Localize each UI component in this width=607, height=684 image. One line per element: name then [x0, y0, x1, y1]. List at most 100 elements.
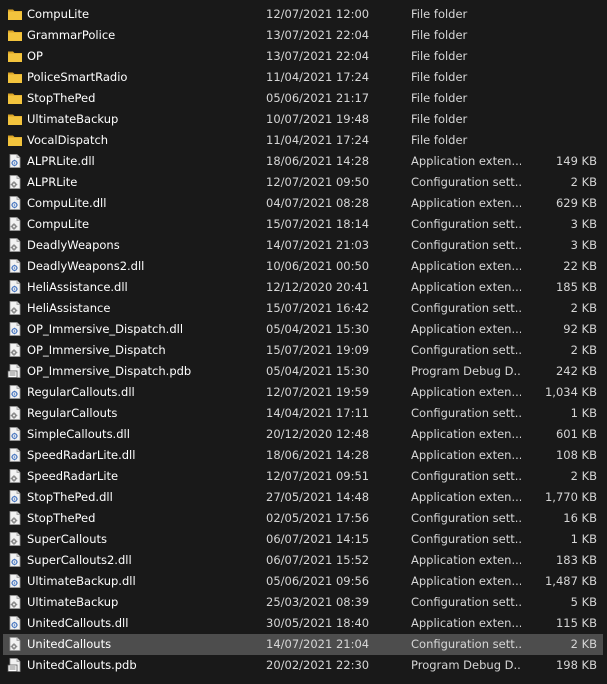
file-row[interactable]: OP 13/07/2021 22:04 File folder: [3, 46, 603, 67]
file-size: 198 KB: [555, 658, 597, 672]
file-row[interactable]: SpeedRadarLite.dll 18/06/2021 14:28 Applic…: [3, 445, 603, 466]
file-row[interactable]: UnitedCallouts.pdb 20/02/2021 22:30 Progra…: [3, 655, 603, 676]
file-name: OP_Immersive_Dispatch.dll: [27, 322, 184, 336]
file-row[interactable]: SuperCallouts2.dll 06/07/2021 15:52 Applic…: [3, 550, 603, 571]
file-type: Application exten...: [411, 616, 521, 630]
file-name: SpeedRadarLite.dll: [27, 448, 136, 462]
file-name: ALPRLite: [27, 175, 78, 189]
file-date-modified: 14/07/2021 21:04: [266, 637, 370, 651]
file-type: Application exten...: [411, 553, 521, 567]
file-row[interactable]: CompuLite.dll 04/07/2021 08:28 Application…: [3, 193, 603, 214]
file-row[interactable]: UltimateBackup 10/07/2021 19:48 File folde…: [3, 109, 603, 130]
file-type: Program Debug D...: [411, 658, 521, 672]
file-date-modified: 10/06/2021 00:50: [266, 259, 370, 273]
file-row[interactable]: CompuLite 15/07/2021 18:14 Configuration s…: [3, 214, 603, 235]
file-type: Application exten...: [411, 259, 521, 273]
file-name: CompuLite: [27, 7, 90, 21]
file-row[interactable]: SimpleCallouts.dll 20/12/2020 12:48 Applic…: [3, 424, 603, 445]
file-type: Configuration sett...: [411, 175, 521, 189]
file-size: 3 KB: [570, 217, 597, 231]
file-row[interactable]: UnitedCallouts 14/07/2021 21:04 Configurat…: [3, 634, 603, 655]
file-name: CompuLite: [27, 217, 90, 231]
file-row[interactable]: DeadlyWeapons2.dll 10/06/2021 00:50 Applic…: [3, 256, 603, 277]
file-size: 183 KB: [555, 553, 597, 567]
config-file-icon: [7, 468, 23, 484]
file-type: Application exten...: [411, 490, 521, 504]
file-size: 92 KB: [563, 322, 597, 336]
file-date-modified: 12/07/2021 12:00: [266, 7, 370, 21]
file-row[interactable]: UltimateBackup 25/03/2021 08:39 Configurat…: [3, 592, 603, 613]
file-size: 5 KB: [570, 595, 597, 609]
file-size: 2 KB: [570, 637, 597, 651]
file-date-modified: 12/12/2020 20:41: [266, 280, 370, 294]
file-row[interactable]: RegularCallouts.dll 12/07/2021 19:59 Appli…: [3, 382, 603, 403]
file-type: Configuration sett...: [411, 343, 521, 357]
file-size: [523, 25, 597, 46]
file-name: DeadlyWeapons: [27, 238, 120, 252]
file-type: Application exten...: [411, 196, 521, 210]
file-name: StopThePed.dll: [27, 490, 113, 504]
file-row[interactable]: HeliAssistance.dll 12/12/2020 20:41 Applic…: [3, 277, 603, 298]
file-name: OP_Immersive_Dispatch: [27, 343, 166, 357]
file-row[interactable]: RegularCallouts 14/04/2021 17:11 Configura…: [3, 403, 603, 424]
dll-file-icon: [7, 321, 23, 337]
file-size: 2 KB: [570, 175, 597, 189]
file-type: Configuration sett...: [411, 511, 521, 525]
file-name: HeliAssistance: [27, 301, 111, 315]
config-file-icon: [7, 174, 23, 190]
file-row[interactable]: ALPRLite.dll 18/06/2021 14:28 Application …: [3, 151, 603, 172]
file-type: Application exten...: [411, 322, 521, 336]
file-type: File folder: [411, 70, 468, 84]
dll-file-icon: [7, 447, 23, 463]
file-name: UnitedCallouts.pdb: [27, 658, 137, 672]
file-row[interactable]: SuperCallouts 06/07/2021 14:15 Configurati…: [3, 529, 603, 550]
file-row[interactable]: OP_Immersive_Dispatch.pdb 05/04/2021 15:3…: [3, 361, 603, 382]
file-row[interactable]: OP_Immersive_Dispatch 15/07/2021 19:09 Con…: [3, 340, 603, 361]
config-file-icon: [7, 531, 23, 547]
file-name: UnitedCallouts: [27, 637, 112, 651]
file-size: 108 KB: [555, 448, 597, 462]
file-row[interactable]: VocalDispatch 11/04/2021 17:24 File folder: [3, 130, 603, 151]
file-name: UltimateBackup: [27, 595, 119, 609]
file-row[interactable]: SpeedRadarLite 12/07/2021 09:51 Configurat…: [3, 466, 603, 487]
file-date-modified: 06/07/2021 15:52: [266, 553, 370, 567]
file-row[interactable]: StopThePed 02/05/2021 17:56 Configuration …: [3, 508, 603, 529]
dll-file-icon: [7, 153, 23, 169]
file-size: 629 KB: [555, 196, 597, 210]
file-size: 1 KB: [570, 532, 597, 546]
file-type: Configuration sett...: [411, 406, 521, 420]
file-name: PoliceSmartRadio: [27, 70, 128, 84]
file-date-modified: 13/07/2021 22:04: [266, 49, 370, 63]
file-type: Application exten...: [411, 280, 521, 294]
file-type: File folder: [411, 112, 468, 126]
file-row[interactable]: ALPRLite 12/07/2021 09:50 Configuration se…: [3, 172, 603, 193]
file-date-modified: 12/07/2021 09:50: [266, 175, 370, 189]
file-date-modified: 12/07/2021 19:59: [266, 385, 370, 399]
file-name: UltimateBackup: [27, 112, 119, 126]
file-row[interactable]: UltimateBackup.dll 05/06/2021 09:56 Applic…: [3, 571, 603, 592]
file-size: 2 KB: [570, 343, 597, 357]
file-type: Configuration sett...: [411, 469, 521, 483]
file-type: Configuration sett...: [411, 595, 521, 609]
file-size: 242 KB: [555, 364, 597, 378]
file-row[interactable]: DeadlyWeapons 14/07/2021 21:03 Configurati…: [3, 235, 603, 256]
file-name: SimpleCallouts.dll: [27, 427, 130, 441]
folder-icon: [7, 111, 23, 127]
file-row[interactable]: PoliceSmartRadio 11/04/2021 17:24 File fol…: [3, 67, 603, 88]
file-date-modified: 12/07/2021 09:51: [266, 469, 370, 483]
file-row[interactable]: StopThePed.dll 27/05/2021 14:48 Applicatio…: [3, 487, 603, 508]
config-file-icon: [7, 342, 23, 358]
config-file-icon: [7, 510, 23, 526]
file-row[interactable]: CompuLite 12/07/2021 12:00 File folder: [3, 4, 603, 25]
file-size: [523, 46, 597, 67]
file-type: Configuration sett...: [411, 301, 521, 315]
file-row[interactable]: GrammarPolice 13/07/2021 22:04 File folder: [3, 25, 603, 46]
file-type: File folder: [411, 91, 468, 105]
file-row[interactable]: HeliAssistance 15/07/2021 16:42 Configurat…: [3, 298, 603, 319]
file-row[interactable]: OP_Immersive_Dispatch.dll 05/04/2021 15:3…: [3, 319, 603, 340]
file-date-modified: 20/02/2021 22:30: [266, 658, 370, 672]
file-row[interactable]: StopThePed 05/06/2021 21:17 File folder: [3, 88, 603, 109]
file-row[interactable]: UnitedCallouts.dll 30/05/2021 18:40 Applic…: [3, 613, 603, 634]
config-file-icon: [7, 405, 23, 421]
dll-file-icon: [7, 489, 23, 505]
